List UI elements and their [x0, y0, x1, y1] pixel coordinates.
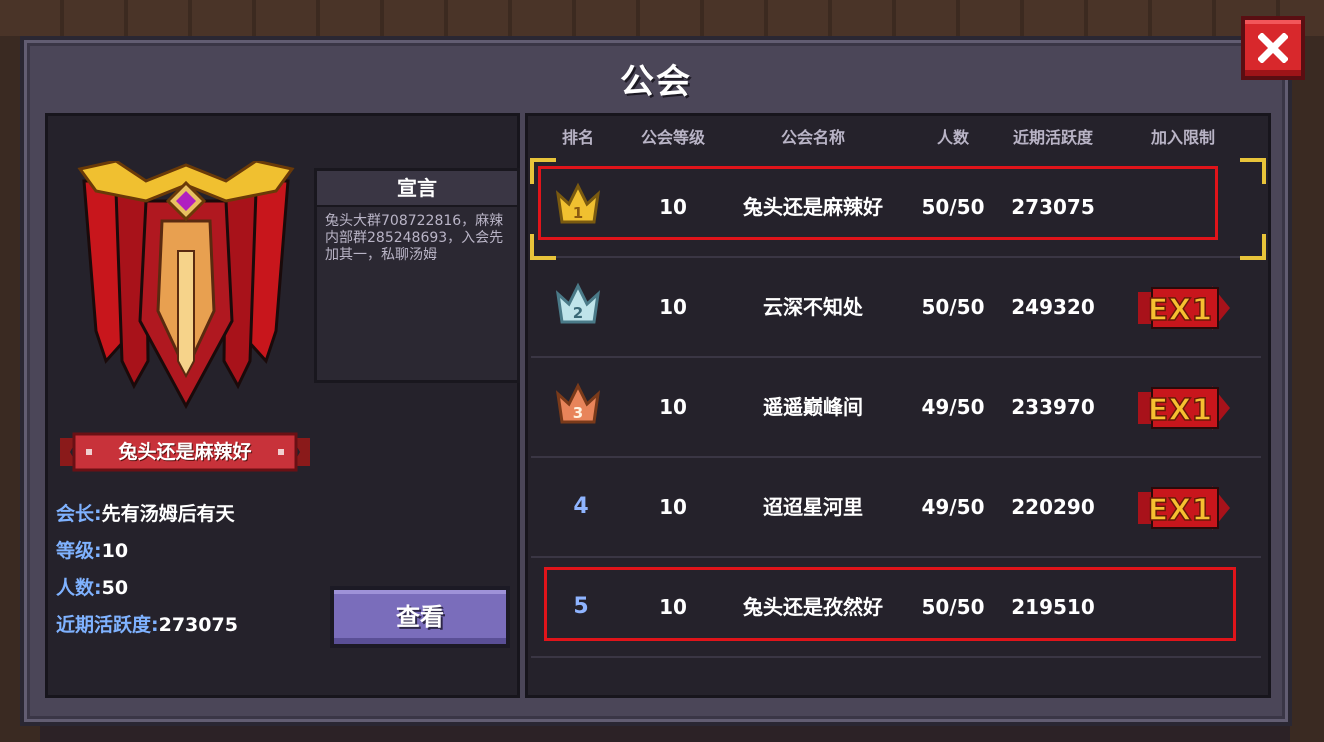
rank-number: 2: [573, 304, 583, 322]
guild-emblem-icon: [77, 161, 295, 410]
close-icon: [1258, 33, 1288, 63]
guild-level: 9: [623, 658, 723, 695]
declaration-box: 宣言 兔头大群708722816，麻辣内部群285248693，入会先加其一，私…: [314, 168, 520, 383]
window-title: 公会: [620, 62, 692, 102]
guild-members: 49/50: [921, 495, 985, 519]
members-label: 人数:: [56, 577, 102, 599]
header-level: 公会等级: [640, 128, 705, 147]
declaration-title: 宣言: [317, 171, 517, 207]
selection-corner: [530, 158, 556, 184]
level-info: 等级:10: [56, 536, 128, 563]
guild-activity: 233970: [1011, 395, 1095, 419]
guild-name-banner-label: 兔头还是麻辣好: [118, 441, 252, 463]
selection-corner: [1240, 234, 1266, 260]
declaration-text: 兔头大群708722816，麻辣内部群285248693，入会先加其一，私聊汤姆: [325, 213, 504, 263]
guild-level: 10: [659, 495, 687, 519]
season-restriction-badge-icon: [1136, 682, 1232, 698]
guild-members: 50/50: [921, 295, 985, 319]
guild-name: 遥遥巅峰间: [763, 395, 863, 419]
guild-members: 50/50: [921, 195, 985, 219]
guild-detail-panel: 宣言 兔头大群708722816，麻辣内部群285248693，入会先加其一，私…: [45, 113, 520, 698]
rank-number: 3: [573, 404, 583, 422]
activity-value: 273075: [158, 614, 238, 636]
selection-corner: [530, 234, 556, 260]
leader-label: 会长:: [56, 503, 102, 525]
members-info: 人数:50: [56, 573, 128, 600]
table-row[interactable]: 6 9 谪仙 46/46 208040: [531, 658, 1261, 698]
leader-value: 先有汤姆后有天: [101, 503, 235, 525]
table-row[interactable]: 2 10 云深不知处 50/50 249320 EX1: [531, 258, 1261, 358]
leader-info: 会长:先有汤姆后有天: [56, 499, 235, 526]
restriction-label: EX1: [1148, 293, 1213, 328]
guild-ranking-table: 排名 公会等级 公会名称 人数 近期活跃度 加入限制 1 10 兔头还是麻辣好 …: [525, 113, 1271, 698]
restriction-label: EX1: [1148, 393, 1213, 428]
level-value: 10: [101, 540, 129, 562]
ex1-restriction-badge-icon: EX1: [1138, 286, 1230, 330]
table-row[interactable]: 3 10 遥遥巅峰间 49/50 233970 EX1: [531, 358, 1261, 458]
guild-activity: 220290: [1011, 495, 1095, 519]
activity-label: 近期活跃度:: [56, 614, 159, 636]
header-rank: 排名: [561, 128, 594, 147]
guild-activity: 208040: [998, 658, 1108, 695]
guild-name: 兔头还是孜然好: [743, 595, 883, 619]
table-header: 排名 公会等级 公会名称 人数 近期活跃度 加入限制: [528, 116, 1268, 154]
guild-name: 谪仙: [738, 658, 888, 695]
guild-level: 10: [659, 295, 687, 319]
ex1-restriction-badge-icon: EX1: [1138, 486, 1230, 530]
guild-activity: 249320: [1011, 295, 1095, 319]
guild-members: 46/46: [913, 658, 993, 695]
rank-number: 4: [573, 494, 589, 519]
guild-window: 公会 宣言 兔头大群708722816，麻辣内部群285248693，入会先加其…: [20, 36, 1292, 726]
close-button[interactable]: [1241, 16, 1305, 80]
guild-activity: 219510: [1011, 595, 1095, 619]
header-activity: 近期活跃度: [1012, 128, 1093, 147]
guild-level: 10: [659, 195, 687, 219]
table-row[interactable]: 4 10 迢迢星河里 49/50 220290 EX1: [531, 458, 1261, 558]
gold-crown-icon: 1: [555, 182, 601, 224]
guild-level: 10: [659, 395, 687, 419]
background-wood-strip: [0, 0, 1324, 36]
selection-corner: [1240, 158, 1266, 184]
rank-number: 1: [573, 204, 583, 222]
guild-members: 49/50: [921, 395, 985, 419]
guild-name: 云深不知处: [763, 295, 863, 319]
guild-activity: 273075: [1011, 195, 1095, 219]
header-members: 人数: [936, 128, 969, 147]
members-value: 50: [101, 577, 129, 599]
guild-name: 兔头还是麻辣好: [743, 195, 883, 219]
activity-info: 近期活跃度:273075: [56, 610, 238, 637]
restriction-label: EX1: [1148, 493, 1213, 528]
guild-level: 10: [659, 595, 687, 619]
bronze-crown-icon: 3: [555, 382, 601, 424]
header-name: 公会名称: [780, 128, 845, 147]
rank-number: 5: [573, 594, 589, 619]
guild-name: 迢迢星河里: [763, 495, 863, 519]
rank-number: 6: [536, 658, 626, 695]
header-restriction: 加入限制: [1150, 128, 1215, 147]
table-row[interactable]: 5 10 兔头还是孜然好 50/50 219510: [531, 558, 1261, 658]
ex1-restriction-badge-icon: EX1: [1138, 386, 1230, 430]
guild-members: 50/50: [921, 595, 985, 619]
view-button[interactable]: 查看: [330, 586, 510, 648]
silver-crown-icon: 2: [555, 282, 601, 324]
level-label: 等级:: [56, 540, 102, 562]
table-row[interactable]: 1 10 兔头还是麻辣好 50/50 273075: [531, 158, 1261, 258]
